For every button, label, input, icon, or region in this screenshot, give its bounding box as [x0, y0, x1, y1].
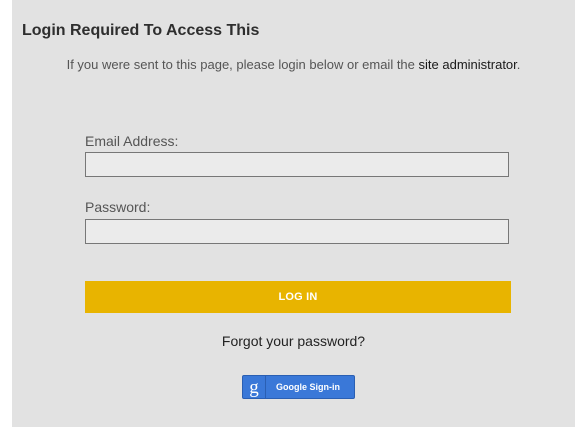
- page-title: Login Required To Access This: [22, 22, 260, 39]
- google-g-icon: g: [243, 376, 266, 398]
- intro-end: .: [516, 57, 521, 72]
- site-administrator-link[interactable]: site administrator: [419, 57, 517, 72]
- email-field[interactable]: [85, 152, 509, 177]
- email-label: Email Address:: [85, 133, 179, 149]
- google-signin-label: Google Sign-in: [276, 382, 340, 392]
- login-panel: Login Required To Access This If you wer…: [12, 0, 575, 427]
- intro-text: If you were sent to this page, please lo…: [66, 57, 419, 72]
- login-button[interactable]: LOG IN: [85, 281, 511, 313]
- forgot-password-link[interactable]: Forgot your password?: [12, 333, 575, 349]
- password-field[interactable]: [85, 219, 509, 244]
- password-label: Password:: [85, 199, 151, 215]
- intro-message: If you were sent to this page, please lo…: [12, 57, 575, 72]
- google-signin-button[interactable]: g Google Sign-in: [242, 375, 355, 399]
